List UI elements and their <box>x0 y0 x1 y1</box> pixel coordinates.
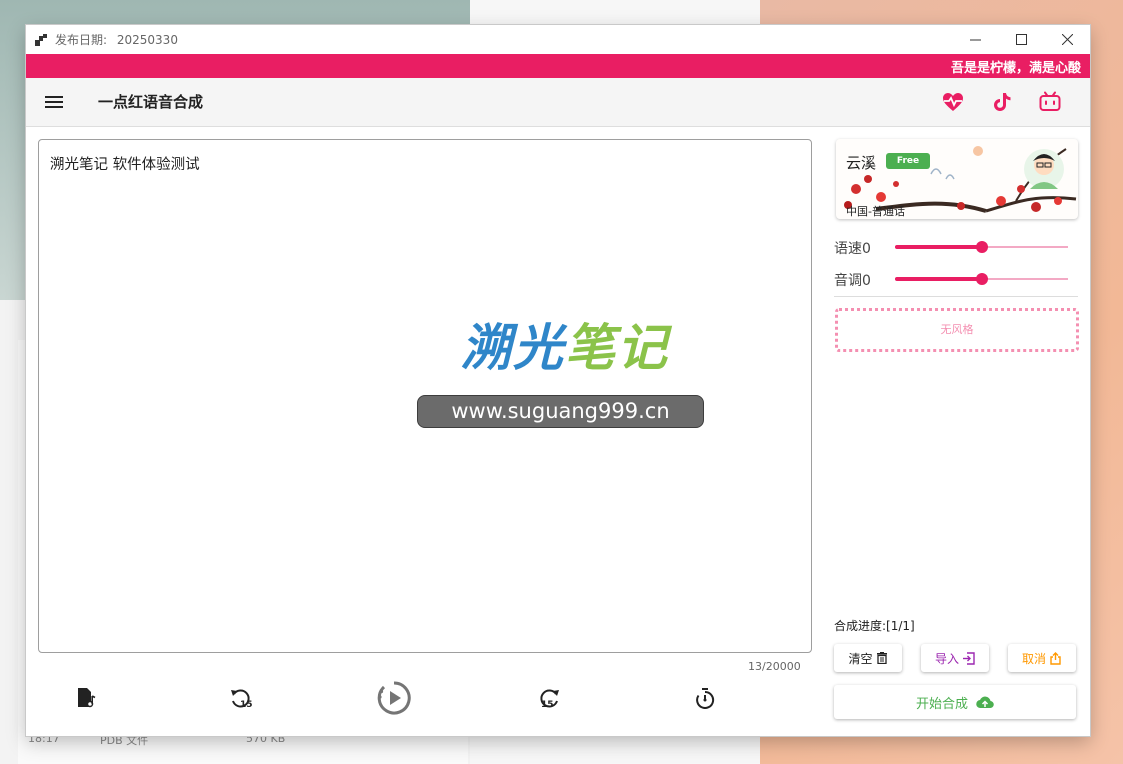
minimize-icon <box>969 39 981 41</box>
pitch-label: 音调0 <box>834 273 871 289</box>
pitch-fill <box>895 277 982 281</box>
start-synthesis-label: 开始合成 <box>915 696 968 712</box>
app-window: 发布日期: 20250330 吾是是柠檬，满是心酸 一点红语音合成 溯光笔记 软… <box>26 25 1090 736</box>
watermark-logo-part1: 溯光 <box>461 319 565 377</box>
watermark-url: www.suguang999.cn <box>417 395 704 428</box>
play-button[interactable] <box>377 681 411 715</box>
editor-text[interactable]: 溯光笔记 软件体验测试 <box>50 153 200 174</box>
bilibili-icon[interactable] <box>1038 90 1062 114</box>
svg-text:15: 15 <box>240 700 252 710</box>
title-bar[interactable]: 发布日期: 20250330 <box>26 25 1090 54</box>
share-out-icon <box>1050 651 1061 665</box>
character-counter: 13/20000 <box>748 660 801 673</box>
forward-15-button[interactable]: 15 <box>533 681 567 715</box>
speed-slider[interactable]: 语速0 <box>834 234 1078 260</box>
maximize-icon <box>1015 34 1027 45</box>
tiktok-icon[interactable] <box>990 90 1014 114</box>
watermark-logo: 溯光笔记 <box>461 323 669 373</box>
speed-fill <box>895 245 982 249</box>
cancel-label: 取消 <box>1021 651 1046 666</box>
file-music-icon <box>78 688 96 708</box>
settings-panel: 云溪 Free 中国-普通话 语速0 音调0 无风格 合成进度:[1/1] 清空 <box>834 139 1079 729</box>
watermark-logo-part2: 笔记 <box>565 319 669 377</box>
cancel-button[interactable]: 取消 <box>1008 644 1076 672</box>
close-button[interactable] <box>1044 25 1090 54</box>
speed-label: 语速0 <box>834 241 871 257</box>
speed-thumb[interactable] <box>975 241 988 253</box>
voice-card[interactable]: 云溪 Free 中国-普通话 <box>836 139 1078 219</box>
free-badge: Free <box>886 153 930 169</box>
app-bar: 一点红语音合成 <box>26 78 1090 127</box>
heart-pulse-icon[interactable] <box>941 90 965 114</box>
app-window-icon <box>35 34 47 46</box>
timer-icon <box>696 688 715 709</box>
forward-15-icon: 15 <box>540 689 559 710</box>
release-date: 20250330 <box>116 33 178 47</box>
play-icon <box>377 681 411 715</box>
file-music-button[interactable] <box>69 681 103 715</box>
start-synthesis-button[interactable]: 开始合成 <box>834 685 1076 719</box>
maximize-button[interactable] <box>998 25 1044 54</box>
hamburger-menu-icon[interactable] <box>44 92 64 112</box>
timer-button[interactable] <box>688 681 722 715</box>
rewind-15-button[interactable]: 15 <box>223 681 257 715</box>
announcement-banner: 吾是是柠檬，满是心酸 <box>26 54 1090 78</box>
panel-divider <box>834 296 1078 297</box>
clear-button[interactable]: 清空 <box>834 644 902 672</box>
app-title: 一点红语音合成 <box>98 93 204 111</box>
import-button[interactable]: 导入 <box>921 644 989 672</box>
window-title: 发布日期: 20250330 <box>55 31 178 48</box>
synthesis-progress: 合成进度:[1/1] <box>834 619 915 633</box>
rewind-15-icon: 15 <box>231 689 252 710</box>
svg-text:15: 15 <box>541 700 554 710</box>
pitch-slider[interactable]: 音调0 <box>834 266 1078 292</box>
release-label: 发布日期: <box>55 33 108 47</box>
style-selector[interactable]: 无风格 <box>835 308 1079 352</box>
voice-locale: 中国-普通话 <box>846 205 905 218</box>
cloud-upload-icon <box>976 696 994 709</box>
trash-icon <box>876 652 887 664</box>
banner-text: 吾是是柠檬，满是心酸 <box>950 61 1081 76</box>
import-icon <box>963 651 975 665</box>
import-label: 导入 <box>934 651 959 666</box>
pitch-thumb[interactable] <box>975 273 988 285</box>
minimize-button[interactable] <box>952 25 998 54</box>
voice-name: 云溪 <box>846 154 877 172</box>
clear-label: 清空 <box>848 651 873 666</box>
close-icon <box>1061 34 1073 45</box>
